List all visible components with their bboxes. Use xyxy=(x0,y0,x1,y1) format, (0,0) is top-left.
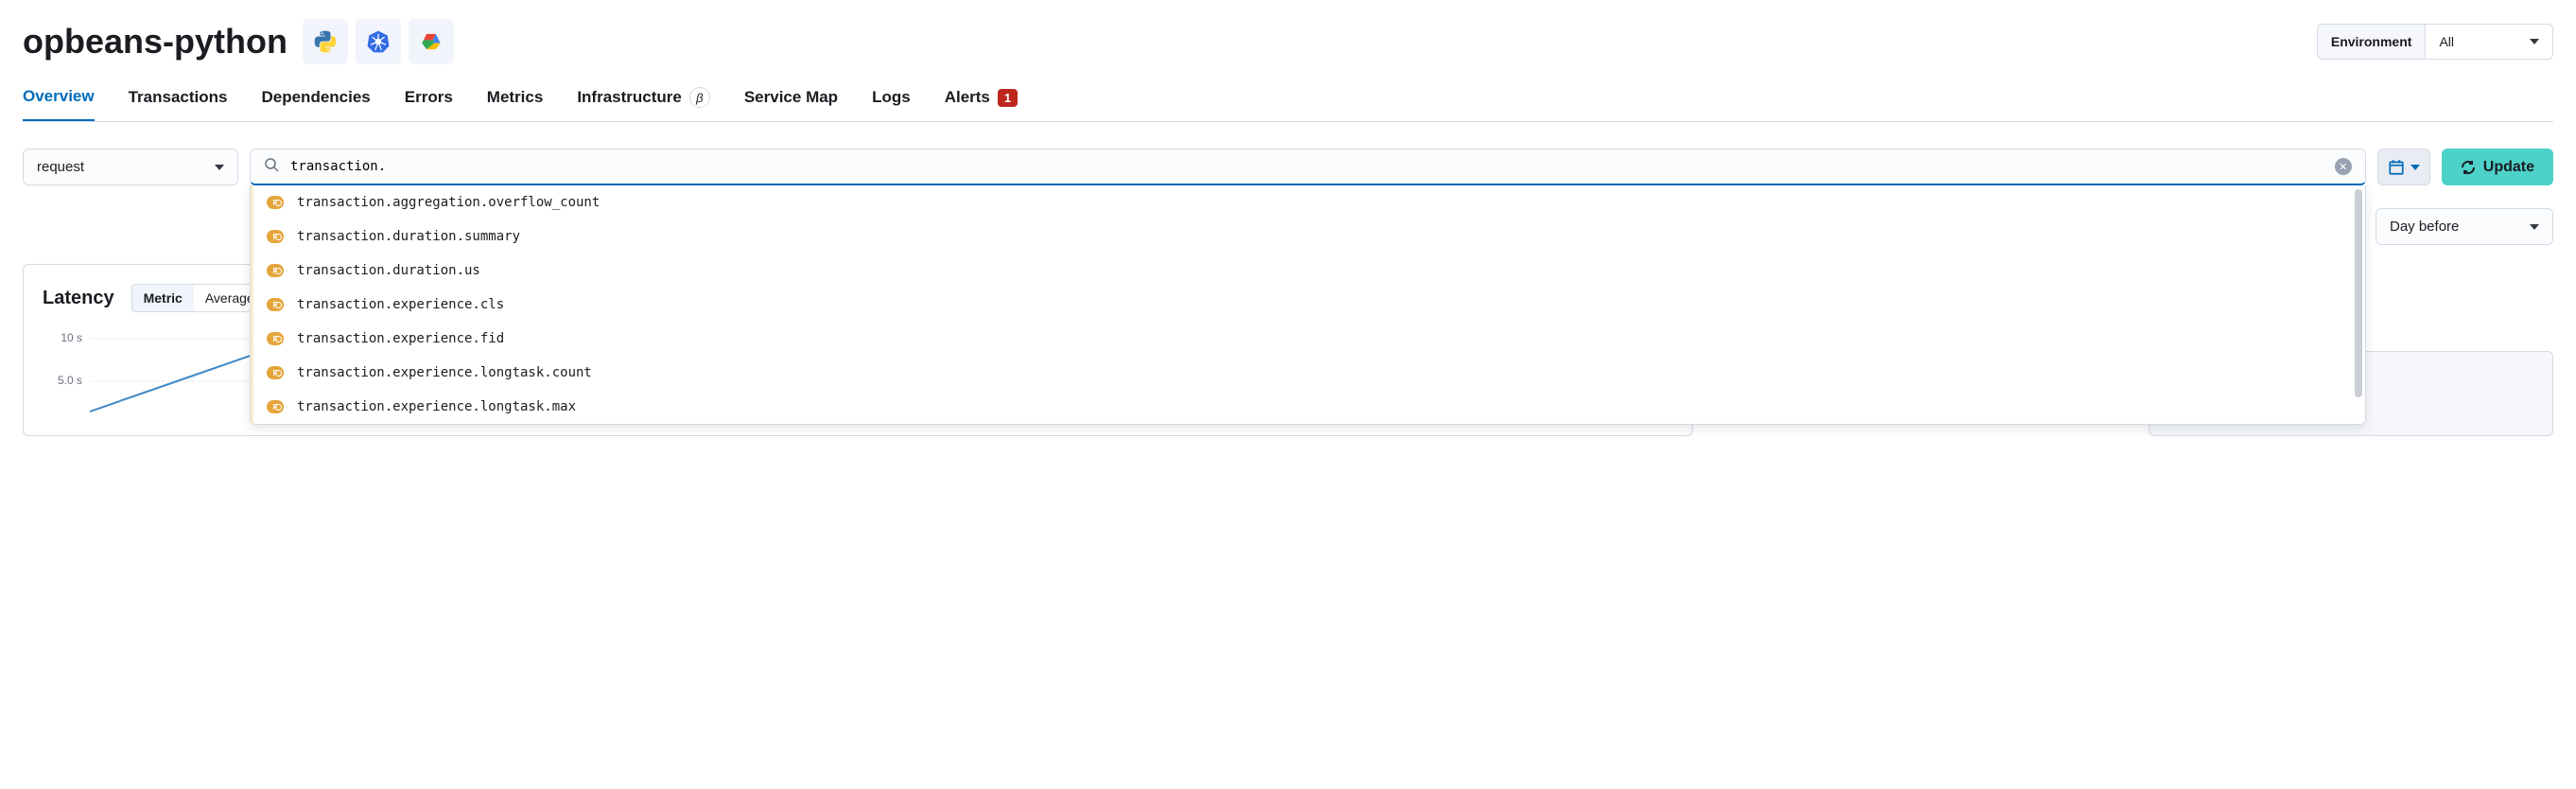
y-axis-tick: 10 s xyxy=(43,331,82,344)
calendar-icon xyxy=(2388,159,2405,176)
tab-infrastructure[interactable]: Infrastructure β xyxy=(577,87,710,121)
suggestion-item[interactable]: F transaction.experience.longtask.max xyxy=(251,390,2365,424)
field-type-icon: F xyxy=(267,400,284,413)
scrollbar-thumb[interactable] xyxy=(2355,189,2362,397)
page-title: opbeans-python xyxy=(23,22,287,61)
beta-badge-icon: β xyxy=(689,87,710,108)
environment-label: Environment xyxy=(2318,25,2427,59)
chevron-down-icon xyxy=(2530,224,2539,230)
search-input[interactable] xyxy=(290,159,2327,174)
field-type-icon: F xyxy=(267,298,284,311)
metric-label: Metric xyxy=(132,285,194,311)
filter-row: request ✕ F transaction.aggregation.over… xyxy=(23,149,2553,185)
field-type-icon: F xyxy=(267,332,284,345)
tab-transactions[interactable]: Transactions xyxy=(129,87,228,121)
field-type-icon: F xyxy=(267,230,284,243)
field-type-icon: F xyxy=(267,264,284,277)
suggestion-item[interactable]: F transaction.duration.us xyxy=(251,254,2365,288)
chevron-down-icon xyxy=(215,165,224,170)
refresh-icon xyxy=(2461,160,2476,175)
tab-errors[interactable]: Errors xyxy=(405,87,453,121)
suggestion-item[interactable]: F transaction.duration.summary xyxy=(251,219,2365,254)
page-header: opbeans-python xyxy=(23,19,2553,64)
tab-service-map[interactable]: Service Map xyxy=(744,87,838,121)
tab-metrics[interactable]: Metrics xyxy=(487,87,544,121)
suggestion-item[interactable]: F transaction.aggregation.overflow_count xyxy=(251,185,2365,219)
suggestions-scrollbar[interactable] xyxy=(2355,189,2364,420)
environment-value[interactable]: All xyxy=(2426,25,2552,59)
search-icon xyxy=(264,157,279,176)
alert-count-badge: 1 xyxy=(998,89,1018,107)
search-box[interactable]: ✕ xyxy=(250,149,2366,185)
transaction-type-select[interactable]: request xyxy=(23,149,238,185)
tab-overview[interactable]: Overview xyxy=(23,87,95,121)
tab-alerts[interactable]: Alerts 1 xyxy=(945,87,1018,121)
suggestion-item[interactable]: F transaction.experience.longtask.count xyxy=(251,356,2365,390)
header-left-group: opbeans-python xyxy=(23,19,454,64)
service-icons xyxy=(303,19,454,64)
suggestion-item[interactable]: F transaction.experience.cls xyxy=(251,288,2365,322)
tab-dependencies[interactable]: Dependencies xyxy=(261,87,370,121)
gcp-icon xyxy=(409,19,454,64)
chevron-down-icon xyxy=(2411,165,2420,170)
search-container: ✕ F transaction.aggregation.overflow_cou… xyxy=(250,149,2366,185)
field-type-icon: F xyxy=(267,196,284,209)
search-suggestions-popover: F transaction.aggregation.overflow_count… xyxy=(250,185,2366,425)
clear-search-icon[interactable]: ✕ xyxy=(2335,158,2352,175)
suggestion-item[interactable]: F transaction.experience.fid xyxy=(251,322,2365,356)
tab-logs[interactable]: Logs xyxy=(872,87,911,121)
kubernetes-icon xyxy=(356,19,401,64)
environment-selector[interactable]: Environment All xyxy=(2317,24,2553,60)
python-icon xyxy=(303,19,348,64)
update-button[interactable]: Update xyxy=(2442,149,2553,185)
chart-title: Latency xyxy=(43,288,114,309)
metric-toggle[interactable]: Metric Average xyxy=(131,284,267,312)
y-axis-tick: 5.0 s xyxy=(43,374,82,387)
chevron-down-icon xyxy=(2530,39,2539,44)
comparison-select[interactable]: Day before xyxy=(2376,208,2553,245)
date-picker-button[interactable] xyxy=(2377,149,2430,185)
tabs-nav: Overview Transactions Dependencies Error… xyxy=(23,87,2553,122)
field-type-icon: F xyxy=(267,366,284,379)
